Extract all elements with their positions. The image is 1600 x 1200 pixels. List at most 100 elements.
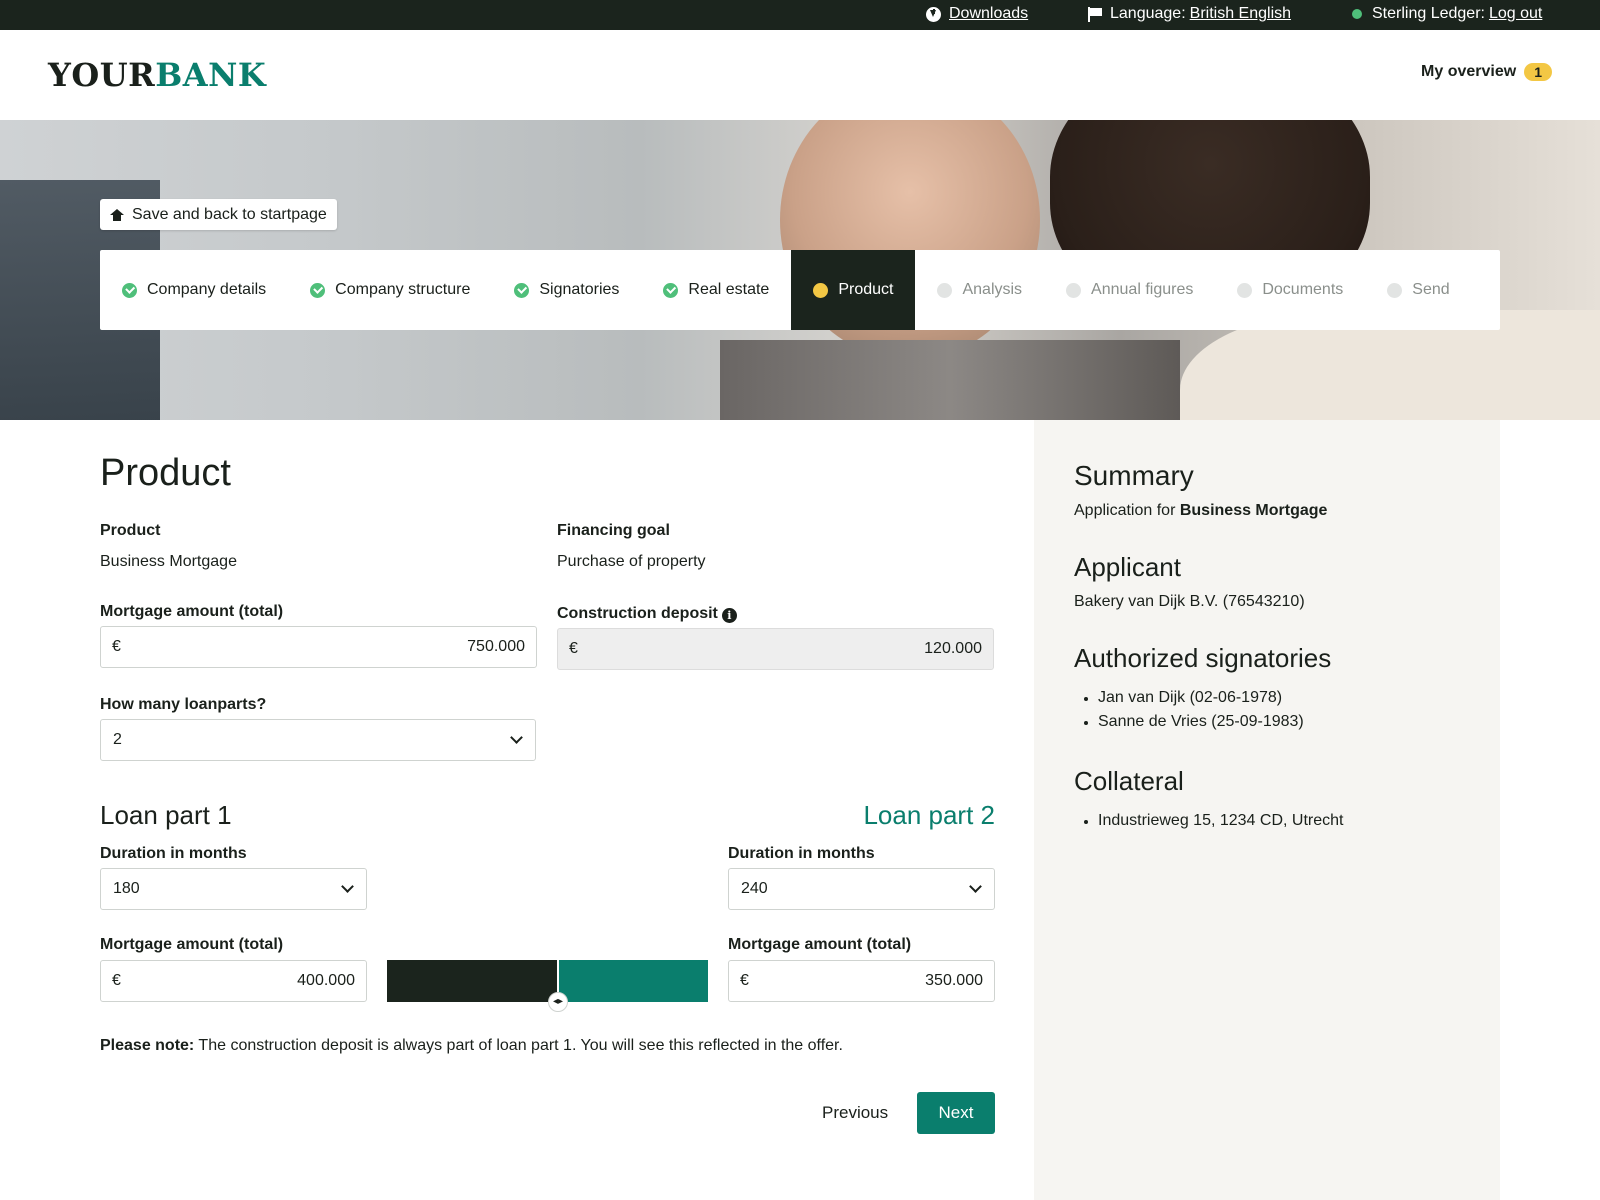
save-and-back-button[interactable]: Save and back to startpage [100,199,337,230]
home-icon [110,208,124,221]
loan-part-1-amount-input[interactable]: € 400.000 [100,960,367,1002]
step-documents: Documents [1215,250,1365,330]
logout-link[interactable]: Log out [1489,5,1542,23]
list-item: Sanne de Vries (25-09-1983) [1074,710,1460,734]
currency-symbol: € [740,972,749,989]
step-label: Real estate [688,281,770,298]
step-product[interactable]: Product [791,250,916,330]
loan-part-2-amount-value: 350.000 [925,972,983,989]
pending-step-icon [1387,282,1403,298]
currency-symbol: € [112,638,121,655]
step-analysis: Analysis [915,250,1044,330]
construction-deposit-input: € 120.000 [557,628,994,670]
language-selector[interactable]: Language: British English [1088,5,1291,23]
applicant-value: Bakery van Dijk B.V. (76543210) [1074,593,1305,610]
pending-step-icon [1237,282,1253,298]
check-icon [122,282,137,298]
step-real-estate[interactable]: Real estate [641,250,791,330]
online-status-icon [1352,9,1362,19]
loanparts-label: How many loanparts? [100,696,267,713]
top-utility-bar: Downloads Language: British English Ster… [0,0,1600,30]
construction-deposit-text: Construction deposit [557,605,718,622]
step-label: Signatories [539,281,620,298]
user-session: Sterling Ledger: Log out [1352,5,1542,23]
progress-stepper: Company details Company structure Signat… [100,250,1500,330]
next-button[interactable]: Next [917,1092,995,1134]
loan-part-1-amount-value: 400.000 [297,972,355,989]
hero-shape [720,340,1180,420]
collateral-list: Industrieweg 15, 1234 CD, Utrecht [1074,809,1460,833]
loan-part-2-duration-value: 240 [741,880,768,897]
application-prefix: Application for [1074,502,1176,519]
chevron-down-icon [510,731,523,744]
downloads-link-wrap[interactable]: Downloads [926,5,1028,23]
step-label: Annual figures [1091,281,1194,298]
my-overview-link[interactable]: My overview 1 [1421,63,1552,81]
logo-part-1: YOUR [48,56,156,94]
loan-part-1-share-bar [387,960,558,1002]
previous-button[interactable]: Previous [806,1092,904,1134]
user-name: Sterling Ledger: [1372,5,1485,22]
chevron-down-icon [969,880,982,893]
note-text: The construction deposit is always part … [194,1037,843,1054]
loan-part-1-duration-value: 180 [113,880,140,897]
construction-deposit-note: Please note: The construction deposit is… [100,1037,843,1055]
loan-part-2-duration-select[interactable]: 240 [728,868,995,910]
check-icon [663,282,679,298]
step-label: Company details [147,281,267,298]
loan-part-1-duration-select[interactable]: 180 [100,868,367,910]
check-icon [310,282,326,298]
mortgage-amount-label: Mortgage amount (total) [100,603,284,620]
language-link[interactable]: British English [1190,5,1291,23]
mortgage-amount-input[interactable]: € 750.000 [100,626,537,668]
downloads-link[interactable]: Downloads [949,5,1028,23]
summary-application: Application for Business Mortgage [1074,502,1460,520]
list-item: Jan van Dijk (02-06-1978) [1074,686,1460,710]
save-button-label: Save and back to startpage [132,205,327,223]
applicant-title: Applicant [1074,552,1181,582]
mortgage-amount-value: 750.000 [467,638,525,655]
step-company-details[interactable]: Company details [100,250,288,330]
loan-part-1-duration-label: Duration in months [100,845,247,862]
step-label: Company structure [335,281,471,298]
loan-part-1-title: Loan part 1 [100,800,232,830]
currency-symbol: € [112,972,121,989]
logo-part-2: BANK [155,56,267,94]
loan-part-2-amount-label: Mortgage amount (total) [728,936,912,953]
loan-split-slider[interactable]: ◂▸ [387,960,708,1012]
step-signatories[interactable]: Signatories [492,250,641,330]
step-label: Documents [1262,281,1344,298]
construction-deposit-value: 120.000 [924,640,982,657]
currency-symbol: € [569,640,578,657]
step-company-structure[interactable]: Company structure [288,250,492,330]
step-label: Send [1412,281,1450,298]
language-prefix: Language: [1110,5,1186,22]
financing-goal-value: Purchase of property [557,553,706,570]
product-value: Business Mortgage [100,553,237,570]
loan-part-2-amount-input[interactable]: € 350.000 [728,960,995,1002]
signatories-list: Jan van Dijk (02-06-1978) Sanne de Vries… [1074,686,1460,734]
site-header: YOURBANK My overview 1 [0,30,1600,120]
financing-goal-label: Financing goal [557,522,670,539]
loan-part-2-title[interactable]: Loan part 2 [863,800,995,831]
list-item: Industrieweg 15, 1234 CD, Utrecht [1074,809,1460,833]
yourbank-logo[interactable]: YOURBANK [48,56,266,94]
loan-part-1-amount-label: Mortgage amount (total) [100,936,284,953]
chevron-down-icon [341,880,354,893]
step-send: Send [1365,250,1471,330]
pending-step-icon [937,282,953,298]
loan-part-2-duration-label: Duration in months [728,845,875,862]
summary-panel: Summary Application for Business Mortgag… [1034,420,1500,1200]
page-title: Product [100,452,231,494]
summary-title: Summary [1074,460,1194,491]
overview-badge: 1 [1524,63,1552,81]
application-product: Business Mortgage [1179,502,1328,519]
drag-handle-icon[interactable]: ◂▸ [548,992,568,1012]
pending-step-icon [1066,282,1082,298]
current-step-icon [813,282,829,298]
product-label: Product [100,522,161,539]
loanparts-select[interactable]: 2 [100,719,536,761]
check-icon [514,282,530,298]
step-annual-figures: Annual figures [1044,250,1215,330]
info-icon[interactable]: i [721,608,737,623]
